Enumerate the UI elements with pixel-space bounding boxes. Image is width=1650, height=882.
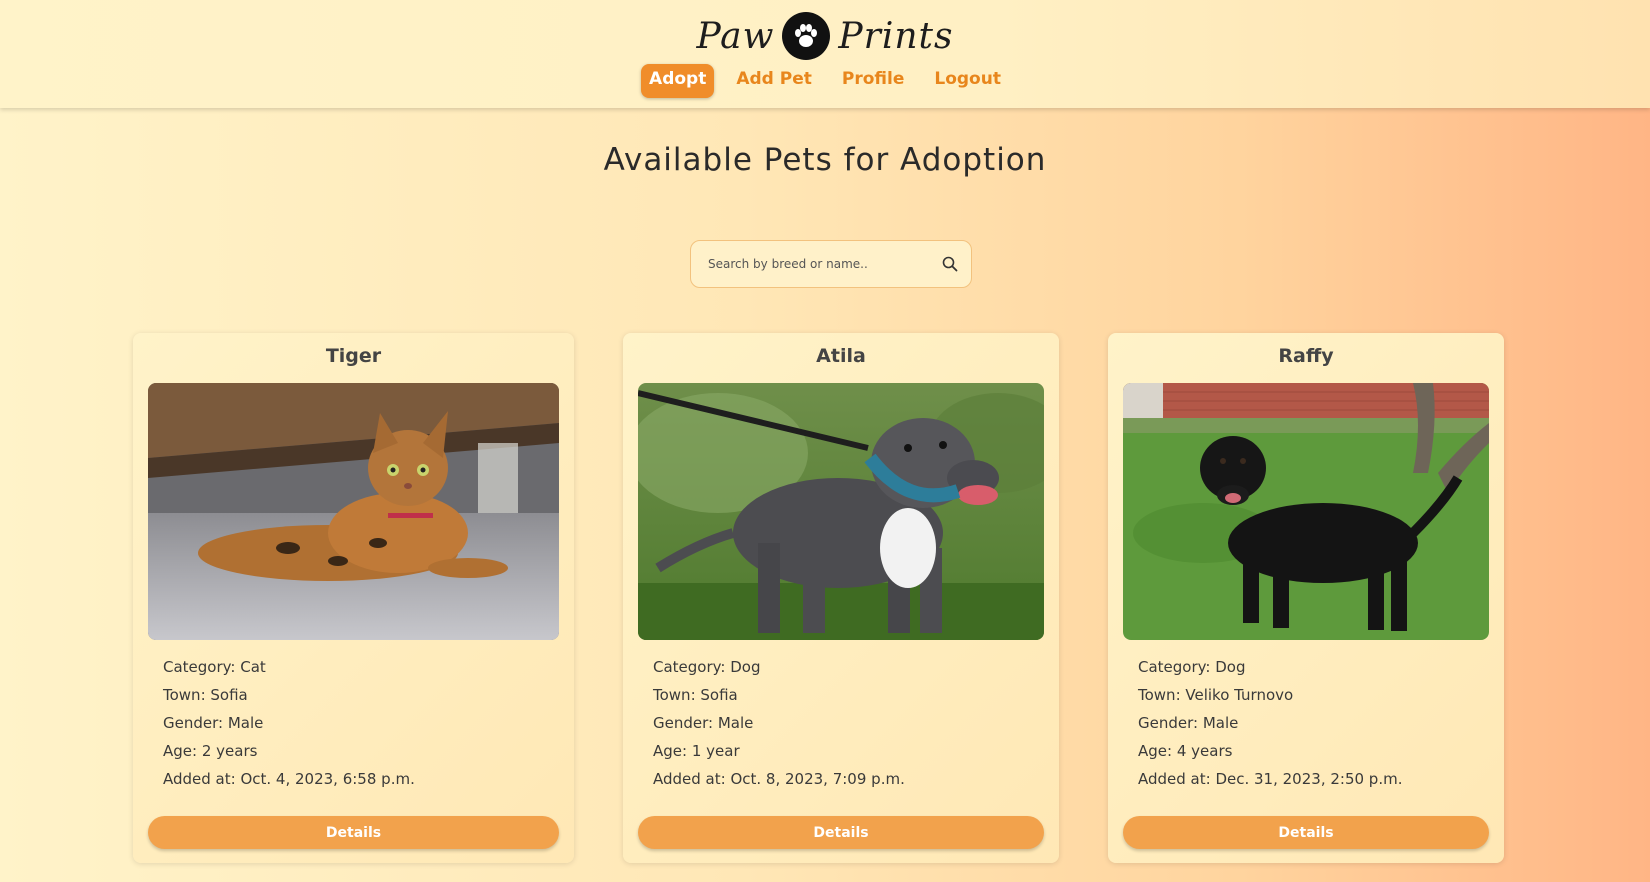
details-button[interactable]: Details xyxy=(1123,816,1489,849)
pet-photo-dog xyxy=(1123,383,1489,640)
pet-card: Raffy Category: Dog Town: Veliko Turnovo… xyxy=(1108,333,1504,863)
logo-word-paw: Paw xyxy=(696,15,775,57)
pet-age: Age: 1 year xyxy=(653,742,740,760)
pet-age: Age: 4 years xyxy=(1138,742,1233,760)
logo-word-prints: Prints xyxy=(838,15,954,57)
pet-card: Tiger Category: Cat Town: Sofia Gender: … xyxy=(133,333,574,863)
pet-info: Category: Dog Town: Sofia Gender: Male A… xyxy=(653,653,905,793)
main-nav: Adopt Add Pet Profile Logout xyxy=(0,64,1650,98)
pet-town: Town: Sofia xyxy=(163,686,248,704)
nav-logout[interactable]: Logout xyxy=(926,64,1009,98)
page-title: Available Pets for Adoption xyxy=(603,142,1047,178)
pet-name: Tiger xyxy=(325,345,382,367)
paw-icon xyxy=(782,12,831,60)
pet-gender: Gender: Male xyxy=(1138,714,1239,732)
details-button[interactable]: Details xyxy=(638,816,1044,849)
pet-added-at: Added at: Oct. 4, 2023, 6:58 p.m. xyxy=(163,770,415,788)
pet-gender: Gender: Male xyxy=(653,714,754,732)
site-header: Paw Prints Adopt Add Pet Profile Logout xyxy=(0,0,1650,108)
search-input[interactable] xyxy=(706,256,941,272)
pet-added-at: Added at: Oct. 8, 2023, 7:09 p.m. xyxy=(653,770,905,788)
pet-town: Town: Veliko Turnovo xyxy=(1138,686,1294,704)
nav-profile[interactable]: Profile xyxy=(834,64,912,98)
details-button[interactable]: Details xyxy=(148,816,559,849)
nav-add-pet[interactable]: Add Pet xyxy=(728,64,820,98)
logo[interactable]: Paw Prints xyxy=(0,8,1650,64)
nav-adopt[interactable]: Adopt xyxy=(641,64,715,98)
pet-category: Category: Dog xyxy=(1138,658,1246,676)
pet-name: Raffy xyxy=(1278,345,1334,367)
pet-added-at: Added at: Dec. 31, 2023, 2:50 p.m. xyxy=(1138,770,1403,788)
search-icon[interactable] xyxy=(941,255,959,273)
pet-category: Category: Dog xyxy=(653,658,761,676)
search-box xyxy=(690,240,972,288)
pet-info: Category: Cat Town: Sofia Gender: Male A… xyxy=(163,653,415,793)
pet-town: Town: Sofia xyxy=(653,686,738,704)
pet-category: Category: Cat xyxy=(163,658,266,676)
pet-gender: Gender: Male xyxy=(163,714,264,732)
pet-photo-dog xyxy=(638,383,1044,640)
pet-info: Category: Dog Town: Veliko Turnovo Gende… xyxy=(1138,653,1402,793)
pet-photo-cat xyxy=(148,383,559,640)
pet-card: Atila Category: Dog Town: Sofia Gender: … xyxy=(623,333,1059,863)
pet-age: Age: 2 years xyxy=(163,742,258,760)
pet-name: Atila xyxy=(816,345,866,367)
